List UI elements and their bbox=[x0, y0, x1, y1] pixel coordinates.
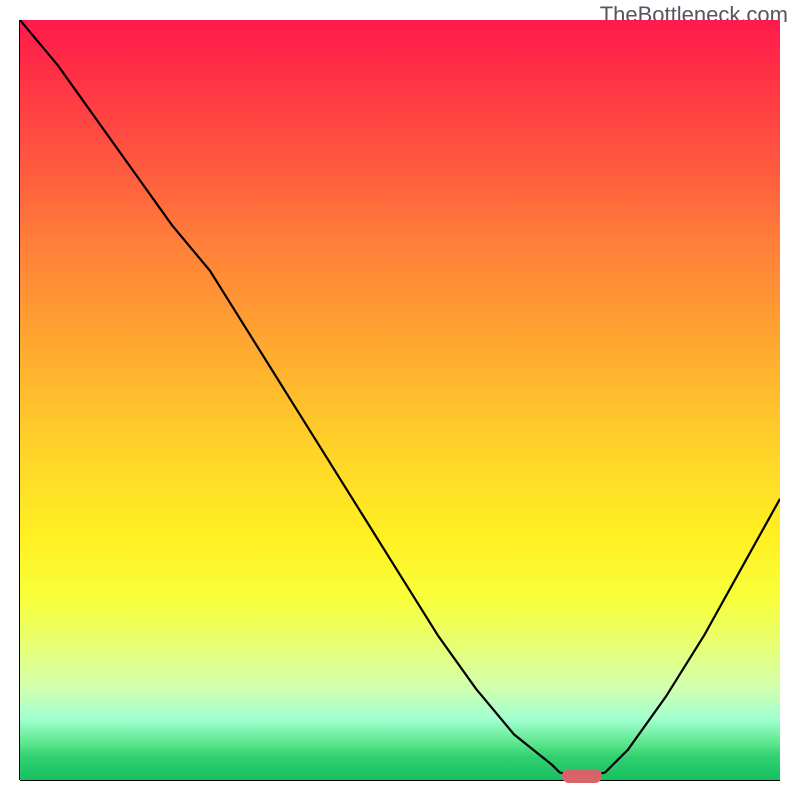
bottleneck-chart: TheBottleneck.com bbox=[0, 0, 800, 800]
bottleneck-curve bbox=[20, 20, 780, 776]
plot-area bbox=[20, 20, 780, 780]
optimal-marker bbox=[562, 769, 602, 783]
curve-svg bbox=[20, 20, 780, 780]
